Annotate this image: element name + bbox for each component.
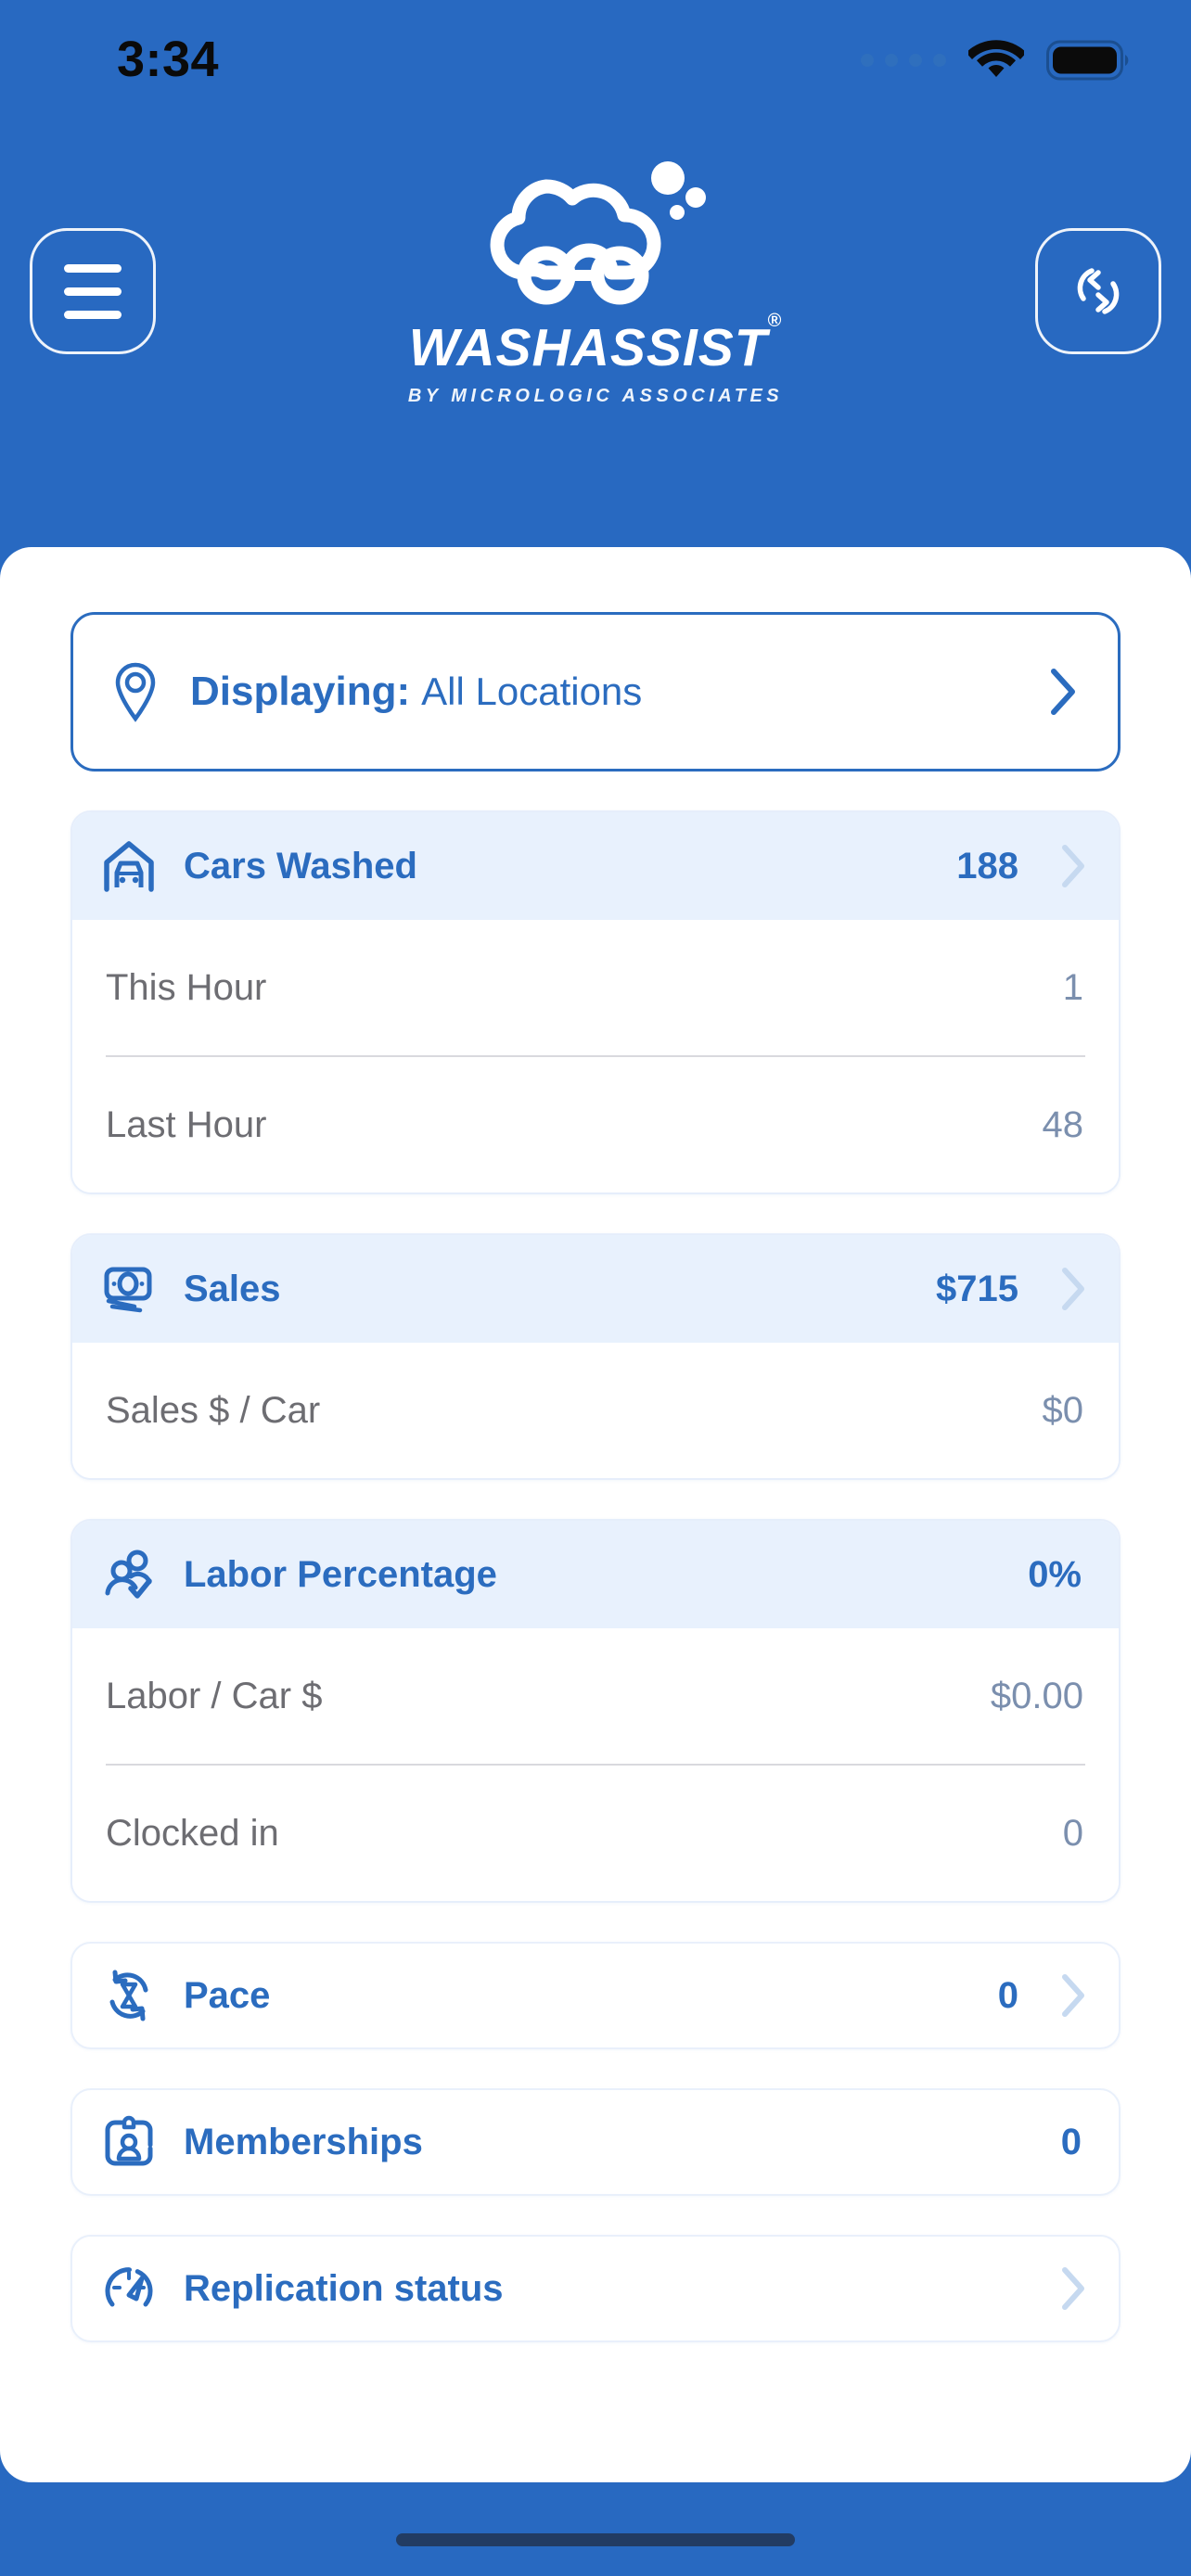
people-check-icon [100,1546,158,1603]
content-sheet: Displaying: All Locations [0,547,1191,2482]
row-value: 48 [1043,1104,1084,1146]
card-sales[interactable]: Sales $715 Sales $ / Car $0 [70,1233,1121,1480]
card-cars-washed[interactable]: Cars Washed 188 This Hour 1 Last Hour 48 [70,810,1121,1194]
card-value: $715 [936,1269,1018,1310]
chevron-right-icon[interactable] [1050,1266,1087,1312]
row-title: Memberships [184,2122,1035,2163]
row-title: Replication status [184,2268,992,2310]
chevron-right-icon[interactable] [1050,2265,1087,2312]
registered-mark: ® [768,311,783,331]
row-label: Last Hour [106,1104,1043,1146]
row-value: 1 [1063,967,1083,1009]
hourglass-refresh-icon [100,1967,158,2024]
card-value: 188 [956,846,1018,887]
location-selector-label: Displaying: [190,669,410,715]
chevron-right-icon[interactable] [1050,843,1087,889]
table-row: This Hour 1 [72,920,1119,1055]
brand-tagline: BY MICROLOGIC ASSOCIATES [408,386,783,407]
id-badge-person-icon [100,2113,158,2171]
status-bar-time: 3:34 [117,31,219,88]
row-label: Labor / Car $ [106,1676,991,1717]
row-value: $0 [1043,1390,1084,1432]
card-title: Labor Percentage [184,1554,1002,1596]
row-label: This Hour [106,967,1063,1009]
row-memberships[interactable]: Memberships 0 [70,2088,1121,2196]
table-row: Last Hour 48 [72,1057,1119,1192]
chevron-right-icon [1047,666,1079,718]
cash-banknote-icon [100,1260,158,1318]
refresh-sync-icon [1065,258,1132,325]
row-label: Clocked in [106,1813,1063,1855]
cloud-car-bubbles-logo [452,154,739,321]
location-pin-icon [112,661,159,722]
row-pace[interactable]: Pace 0 [70,1942,1121,2049]
brand-logo: WASHASSIST® BY MICROLOGIC ASSOCIATES [0,154,1191,407]
speedometer-gauge-icon [100,2260,158,2317]
row-value: 0 [998,1975,1018,2017]
car-wash-bay-icon [100,837,158,895]
row-value: 0 [1061,2122,1082,2163]
wifi-icon [968,40,1024,81]
battery-full-icon [1046,40,1132,81]
row-value: $0.00 [991,1676,1083,1717]
status-bar-indicators [861,40,1132,81]
card-value: 0% [1028,1554,1082,1596]
location-selector-text: Displaying: All Locations [190,669,1016,715]
table-row: Labor / Car $ $0.00 [72,1628,1119,1764]
home-indicator-bar[interactable] [396,2533,795,2546]
row-label: Sales $ / Car [106,1390,1043,1432]
location-selector[interactable]: Displaying: All Locations [70,612,1121,772]
card-cars-washed-header[interactable]: Cars Washed 188 [72,812,1119,920]
card-title: Cars Washed [184,846,930,887]
brand-wordmark: WASHASSIST® [409,317,783,378]
card-sales-header[interactable]: Sales $715 [72,1235,1119,1343]
card-labor-percentage[interactable]: Labor Percentage 0% Labor / Car $ $0.00 … [70,1519,1121,1903]
card-labor-percentage-header[interactable]: Labor Percentage 0% [72,1521,1119,1628]
app-screen: 3:34 [0,0,1191,2576]
table-row: Clocked in 0 [72,1766,1119,1901]
row-title: Pace [184,1975,972,2017]
refresh-button[interactable] [1035,228,1161,354]
row-value: 0 [1063,1813,1083,1855]
chevron-right-icon[interactable] [1050,1972,1087,2019]
row-replication-status[interactable]: Replication status [70,2235,1121,2342]
cellular-dots-icon [861,54,946,67]
app-header: WASHASSIST® BY MICROLOGIC ASSOCIATES [0,109,1191,549]
location-selector-value: All Locations [421,670,642,714]
brand-name: WASHASSIST [409,318,768,377]
card-title: Sales [184,1269,910,1310]
status-bar: 3:34 [0,0,1191,109]
table-row: Sales $ / Car $0 [72,1343,1119,1478]
